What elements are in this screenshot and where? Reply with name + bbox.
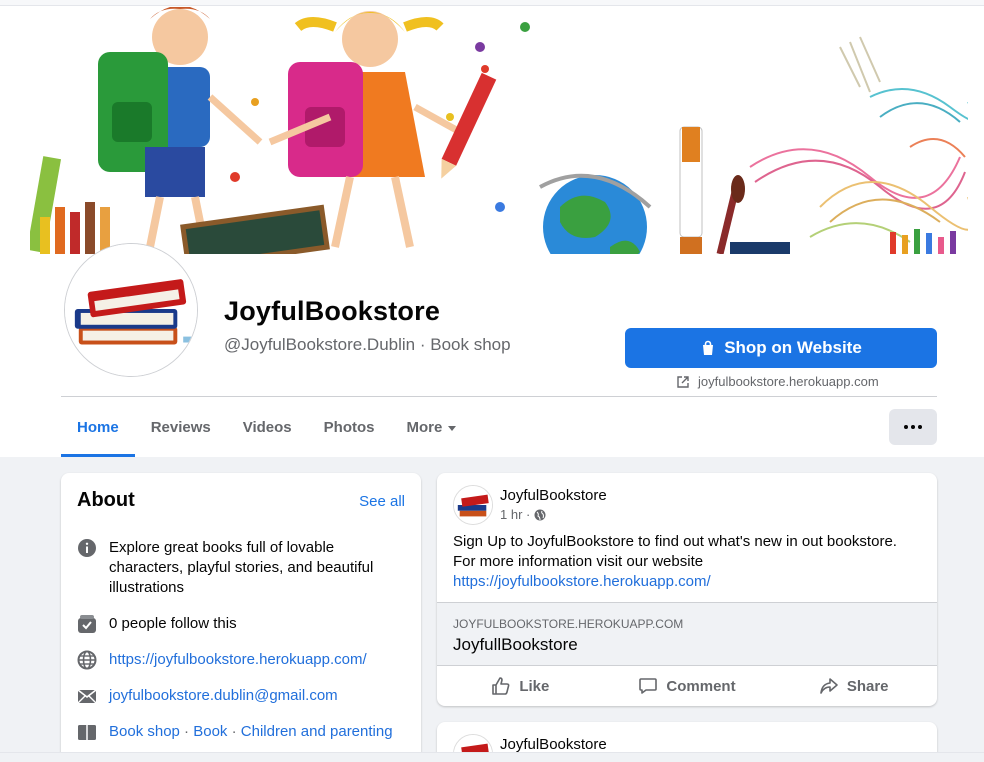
category-icon [77,722,97,742]
tab-more[interactable]: More [391,397,473,457]
post-text-line1: Sign Up to JoyfulBookstore to find out w… [453,533,897,550]
category-separator: · [227,723,241,740]
dot-icon [918,425,922,429]
post-author-name[interactable]: JoyfulBookstore [500,736,607,753]
share-button[interactable]: Share [770,666,937,706]
page-handle-category: @JoyfulBookstore.Dublin · Book shop [224,335,511,354]
profile-picture[interactable] [64,243,198,377]
tab-photos-label: Photos [323,418,375,436]
about-title: About [77,489,135,511]
tab-videos-label: Videos [242,418,292,436]
tab-photos[interactable]: Photos [308,397,391,457]
shop-button-label: Shop on Website [724,338,862,357]
about-email-link[interactable]: joyfulbookstore.dublin@gmail.com [109,686,399,706]
tab-reviews-label: Reviews [150,418,211,436]
post-time-text[interactable]: 1 hr · [500,507,530,522]
about-website-link[interactable]: https://joyfulbookstore.herokuapp.com/ [109,650,399,670]
post-author-name[interactable]: JoyfulBookstore [500,487,607,504]
shopping-bag-icon [703,340,714,355]
public-globe-icon [534,509,546,520]
top-border [0,0,984,6]
share-label: Share [846,677,889,695]
categories-text: Book shop · Book · Children and parentin… [109,722,399,742]
post-timestamp: 1 hr · [500,507,546,522]
books-logo-icon [65,244,197,376]
like-button[interactable]: Like [437,666,604,706]
post-actions: Like Comment Share [437,666,937,706]
website-link[interactable]: joyfulbookstore.herokuapp.com [676,374,879,389]
cover-photo[interactable] [30,7,968,254]
tab-videos[interactable]: Videos [227,397,308,457]
about-categories: Book shop · Book · Children and parentin… [77,722,399,742]
website-link-text: joyfulbookstore.herokuapp.com [698,374,879,389]
post-author-avatar[interactable] [453,485,493,525]
books-logo-icon [454,486,492,524]
share-icon [820,678,838,694]
category-link-children-parenting[interactable]: Children and parenting [241,723,393,740]
post-text-line2: For more information visit our website [453,553,704,570]
link-preview-title: JoyfullBookstore [453,635,578,654]
tab-more-label: More [406,418,443,436]
tab-home[interactable]: Home [61,397,135,457]
followers-icon [77,614,97,634]
dot-icon [904,425,908,429]
cover-illustration [30,7,968,254]
post-text-link[interactable]: https://joyfulbookstore.herokuapp.com/ [453,572,923,592]
page-tabs: Home Reviews Videos Photos More [61,397,472,457]
comment-icon [639,678,658,694]
comment-button[interactable]: Comment [604,666,771,706]
see-all-link[interactable]: See all [359,493,405,510]
link-preview-domain: JOYFULBOOKSTORE.HEROKUAPP.COM [453,617,684,631]
followers-text: 0 people follow this [109,615,237,632]
about-description: Explore great books full of lovable char… [77,538,399,598]
dot-icon [911,425,915,429]
category-separator: · [179,723,194,740]
category-link-book-shop[interactable]: Book shop [109,723,180,740]
page-header: JoyfulBookstore @JoyfulBookstore.Dublin … [0,0,984,457]
bottom-edge [0,752,984,762]
link-preview[interactable]: JOYFULBOOKSTORE.HEROKUAPP.COM JoyfullBoo… [437,602,937,666]
caret-down-icon [448,425,457,431]
about-website: https://joyfulbookstore.herokuapp.com/ [77,650,399,670]
tab-home-label: Home [77,418,119,436]
about-email: joyfulbookstore.dublin@gmail.com [77,686,399,706]
like-icon [492,677,510,695]
external-link-icon [677,375,689,388]
about-followers: 0 people follow this [77,614,399,634]
like-label: Like [519,677,550,695]
tab-reviews[interactable]: Reviews [135,397,227,457]
page-title: JoyfulBookstore [224,296,441,326]
about-description-text: Explore great books full of lovable char… [109,539,374,596]
email-icon [77,686,97,706]
shop-on-website-button[interactable]: Shop on Website [625,328,937,368]
about-card: About See all Explore great books full o… [61,473,421,762]
more-options-button[interactable] [889,409,937,445]
post-text: Sign Up to JoyfulBookstore to find out w… [453,532,923,592]
globe-icon [77,650,97,670]
category-link-book[interactable]: Book [193,723,227,740]
info-icon [77,538,97,558]
post-card: JoyfulBookstore 1 hr · Sign Up to Joyful… [437,473,937,706]
comment-label: Comment [666,677,736,695]
